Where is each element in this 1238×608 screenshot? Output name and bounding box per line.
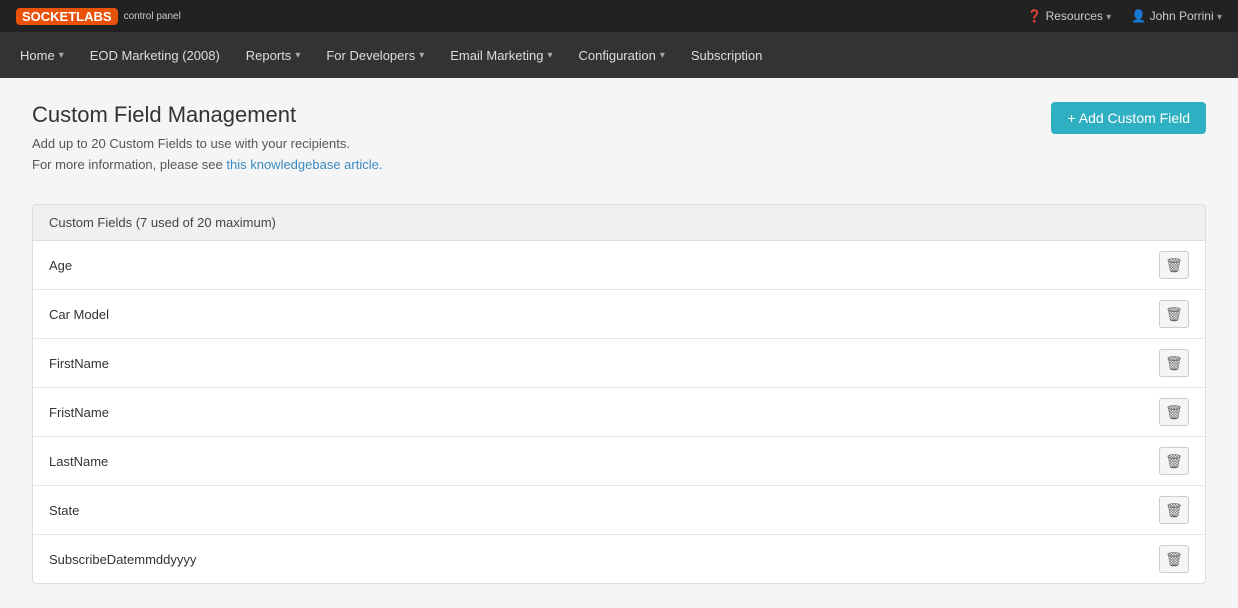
user-icon: 👤 — [1131, 9, 1146, 23]
header-text-block: Custom Field Management Add up to 20 Cus… — [32, 102, 382, 188]
trash-icon: 🗑 — [1165, 306, 1183, 323]
custom-fields-panel: Custom Fields (7 used of 20 maximum) Age… — [32, 204, 1206, 584]
nav-item-email-marketing[interactable]: Email Marketing ▾ — [438, 32, 564, 78]
nav-item-configuration[interactable]: Configuration ▾ — [566, 32, 676, 78]
configuration-caret: ▾ — [660, 50, 665, 61]
main-navbar: Home ▾ EOD Marketing (2008) Reports ▾ Fo… — [0, 32, 1238, 78]
trash-icon: 🗑 — [1165, 404, 1183, 421]
add-custom-field-button[interactable]: + Add Custom Field — [1051, 102, 1206, 134]
delete-field-button[interactable]: 🗑 — [1159, 496, 1189, 524]
question-icon: ❓ — [1027, 9, 1042, 23]
delete-field-button[interactable]: 🗑 — [1159, 545, 1189, 573]
table-row: SubscribeDatemmddyyyy 🗑 — [33, 535, 1205, 583]
email-marketing-caret: ▾ — [547, 50, 552, 61]
logo: SOCKETLABS — [16, 8, 118, 25]
developers-caret: ▾ — [419, 50, 424, 61]
logo-subtext: control panel — [124, 11, 181, 22]
delete-field-button[interactable]: 🗑 — [1159, 447, 1189, 475]
page-title: Custom Field Management — [32, 102, 382, 128]
table-row: Age 🗑 — [33, 241, 1205, 290]
delete-field-button[interactable]: 🗑 — [1159, 349, 1189, 377]
resources-link[interactable]: ❓ Resources ▾ — [1027, 9, 1111, 23]
delete-field-button[interactable]: 🗑 — [1159, 251, 1189, 279]
table-row: LastName 🗑 — [33, 437, 1205, 486]
trash-icon: 🗑 — [1165, 502, 1183, 519]
trash-icon: 🗑 — [1165, 257, 1183, 274]
field-name-label: FristName — [49, 405, 109, 420]
field-name-label: SubscribeDatemmddyyyy — [49, 552, 196, 567]
kb-link-text: For more information, please see this kn… — [32, 157, 382, 172]
nav-item-eod-marketing[interactable]: EOD Marketing (2008) — [78, 32, 232, 78]
table-row: Car Model 🗑 — [33, 290, 1205, 339]
nav-item-subscription[interactable]: Subscription — [679, 32, 775, 78]
kb-article-link[interactable]: this knowledgebase article. — [226, 157, 382, 172]
user-menu-link[interactable]: 👤 John Porrini ▾ — [1131, 9, 1222, 23]
field-name-label: FirstName — [49, 356, 109, 371]
trash-icon: 🗑 — [1165, 355, 1183, 372]
field-name-label: Age — [49, 258, 72, 273]
delete-field-button[interactable]: 🗑 — [1159, 398, 1189, 426]
field-name-label: Car Model — [49, 307, 109, 322]
top-bar: SOCKETLABS control panel ❓ Resources ▾ 👤… — [0, 0, 1238, 32]
nav-item-home[interactable]: Home ▾ — [8, 32, 76, 78]
reports-caret: ▾ — [295, 50, 300, 61]
delete-field-button[interactable]: 🗑 — [1159, 300, 1189, 328]
table-row: FristName 🗑 — [33, 388, 1205, 437]
field-name-label: LastName — [49, 454, 108, 469]
trash-icon: 🗑 — [1165, 551, 1183, 568]
nav-item-for-developers[interactable]: For Developers ▾ — [314, 32, 436, 78]
home-caret: ▾ — [59, 50, 64, 61]
top-bar-right: ❓ Resources ▾ 👤 John Porrini ▾ — [1027, 9, 1222, 23]
nav-item-reports[interactable]: Reports ▾ — [234, 32, 313, 78]
subtitle: Add up to 20 Custom Fields to use with y… — [32, 136, 382, 151]
field-name-label: State — [49, 503, 79, 518]
logo-text: SOCKETLABS — [22, 10, 112, 23]
trash-icon: 🗑 — [1165, 453, 1183, 470]
user-caret: ▾ — [1217, 12, 1222, 23]
header-row: Custom Field Management Add up to 20 Cus… — [32, 102, 1206, 188]
panel-header: Custom Fields (7 used of 20 maximum) — [33, 205, 1205, 241]
main-content: Custom Field Management Add up to 20 Cus… — [0, 78, 1238, 608]
resources-caret: ▾ — [1106, 12, 1111, 23]
table-row: State 🗑 — [33, 486, 1205, 535]
logo-area: SOCKETLABS control panel — [16, 8, 181, 25]
table-row: FirstName 🗑 — [33, 339, 1205, 388]
